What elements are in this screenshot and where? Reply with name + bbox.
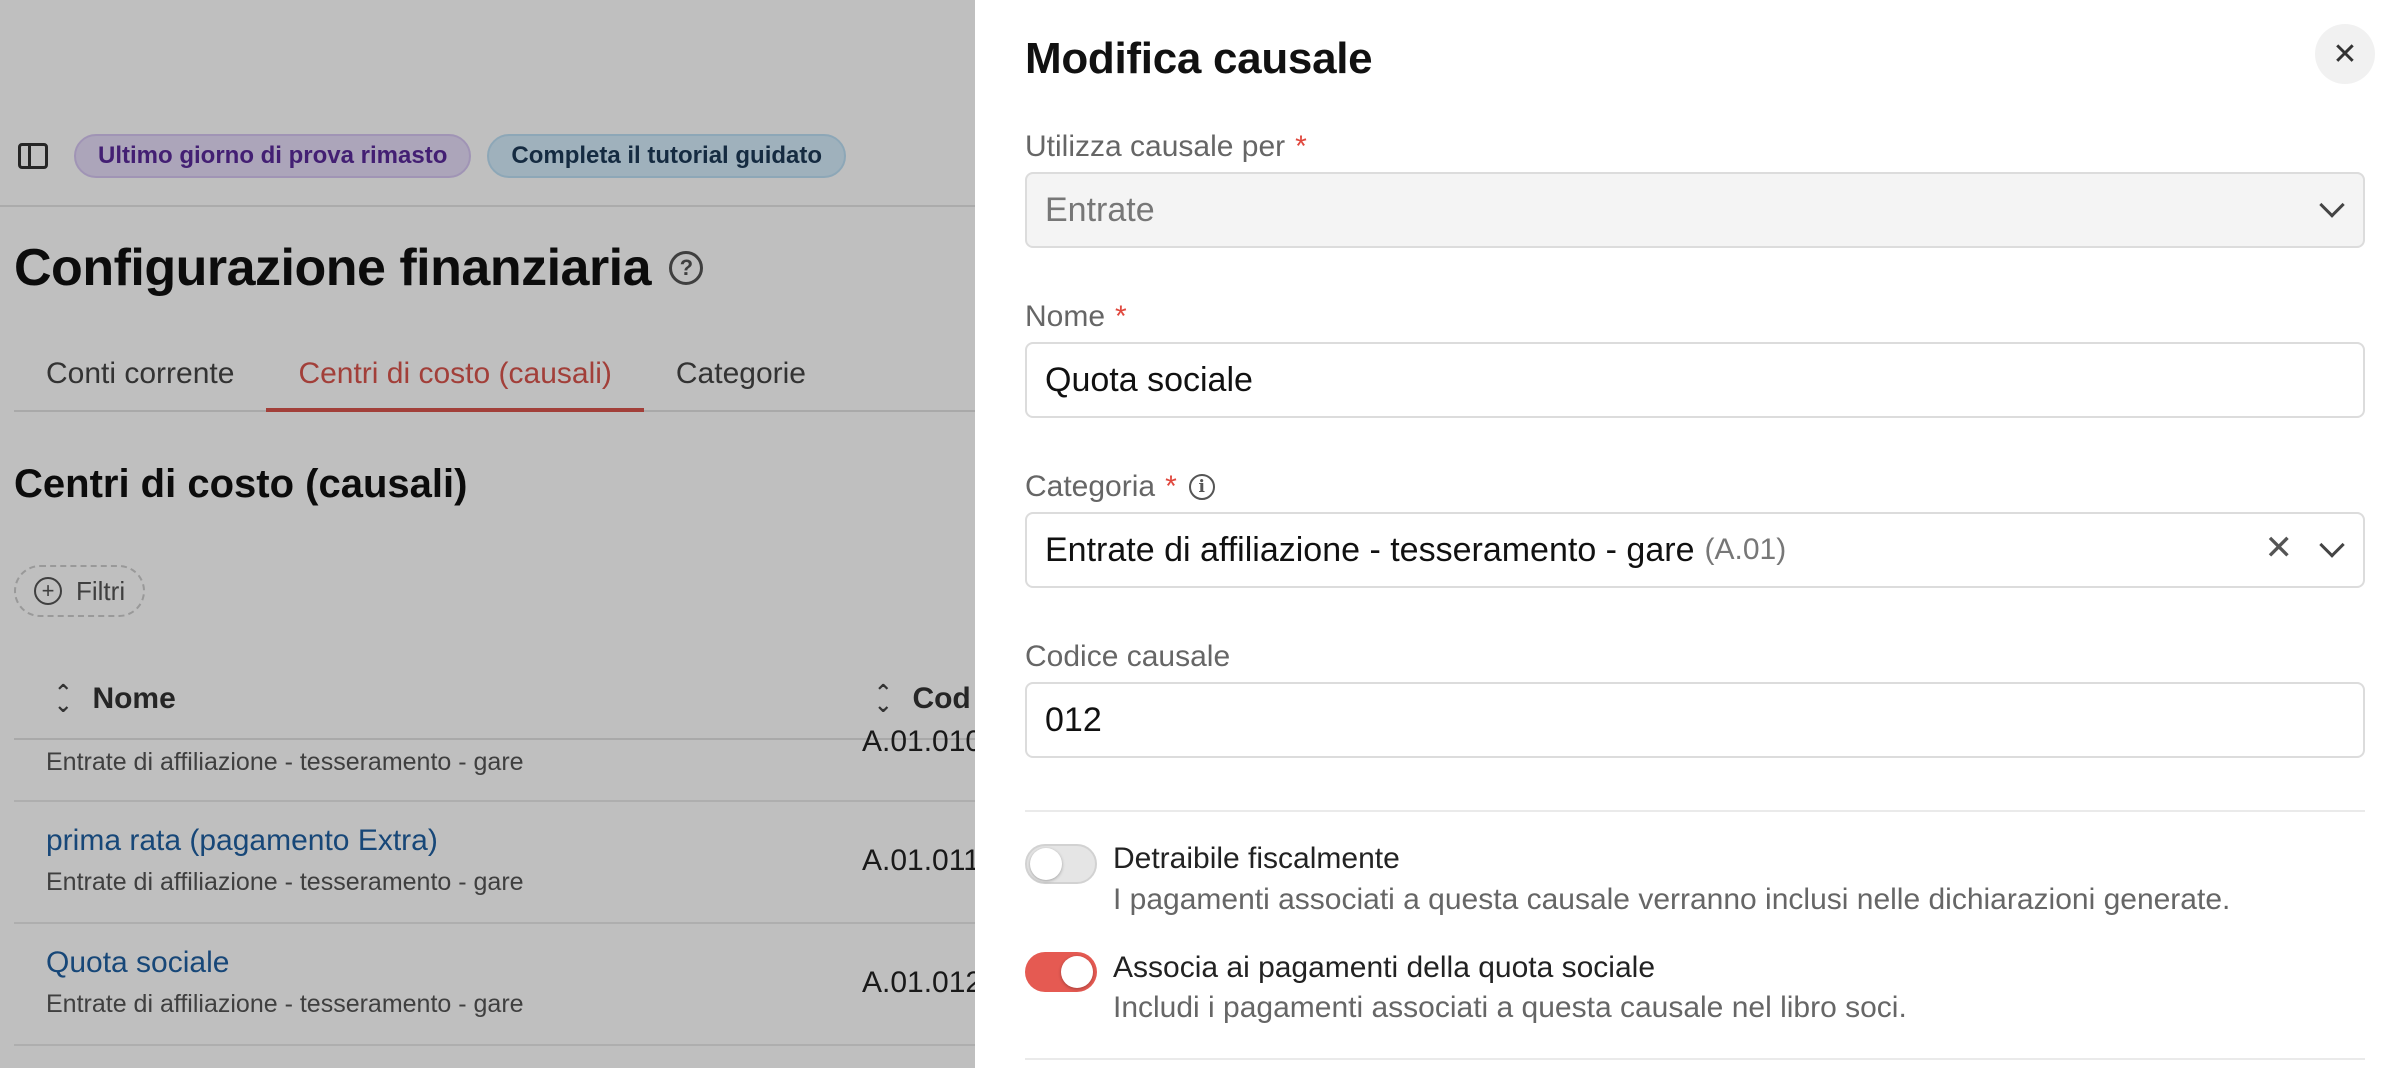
required-marker: *	[1115, 300, 1127, 333]
category-select[interactable]: Entrate di affiliazione - tesseramento -…	[1025, 512, 2365, 588]
use-for-label: Utilizza causale per *	[1025, 130, 1307, 164]
clear-icon[interactable]: ✕	[2265, 528, 2294, 568]
info-icon[interactable]: i	[1188, 474, 1215, 500]
required-marker: *	[1165, 470, 1177, 503]
divider	[1025, 1058, 2365, 1060]
name-label: Nome *	[1025, 300, 1127, 334]
category-label: Categoria * i	[1025, 470, 1215, 504]
category-value: Entrate di affiliazione - tesseramento -…	[1045, 530, 1695, 569]
use-for-select[interactable]: Entrate	[1025, 172, 2365, 248]
membership-description: Includi i pagamenti associati a questa c…	[1113, 991, 1907, 1024]
field-label-text: Codice causale	[1025, 640, 1231, 673]
chevron-down-icon	[2319, 192, 2345, 218]
close-button[interactable]: ✕	[2315, 24, 2375, 84]
membership-toggle[interactable]	[1025, 952, 1097, 992]
name-input[interactable]: Quota sociale	[1025, 342, 2365, 418]
name-value: Quota sociale	[1045, 360, 1253, 399]
code-input[interactable]: 012	[1025, 682, 2365, 758]
field-label-text: Nome	[1025, 300, 1106, 333]
required-marker: *	[1295, 130, 1307, 163]
toggle-knob	[1061, 956, 1093, 988]
field-label-text: Utilizza causale per	[1025, 130, 1286, 163]
use-for-value: Entrate	[1045, 190, 1155, 229]
close-icon: ✕	[2332, 37, 2358, 71]
chevron-down-icon	[2319, 532, 2345, 558]
code-label: Codice causale	[1025, 640, 1230, 674]
edit-drawer: Modifica causale ✕ Utilizza causale per …	[975, 0, 2406, 1068]
drawer-title: Modifica causale	[1025, 34, 1373, 83]
deductible-title: Detraibile fiscalmente	[1113, 842, 1400, 875]
modal-backdrop[interactable]	[0, 0, 975, 1068]
field-label-text: Categoria	[1025, 470, 1156, 503]
divider	[1025, 810, 2365, 812]
code-value: 012	[1045, 700, 1102, 739]
deductible-description: I pagamenti associati a questa causale v…	[1113, 883, 2231, 916]
toggle-knob	[1030, 848, 1062, 880]
deductible-toggle[interactable]	[1025, 844, 1097, 884]
membership-title: Associa ai pagamenti della quota sociale	[1113, 951, 1656, 984]
category-code: (A.01)	[1704, 533, 1787, 566]
